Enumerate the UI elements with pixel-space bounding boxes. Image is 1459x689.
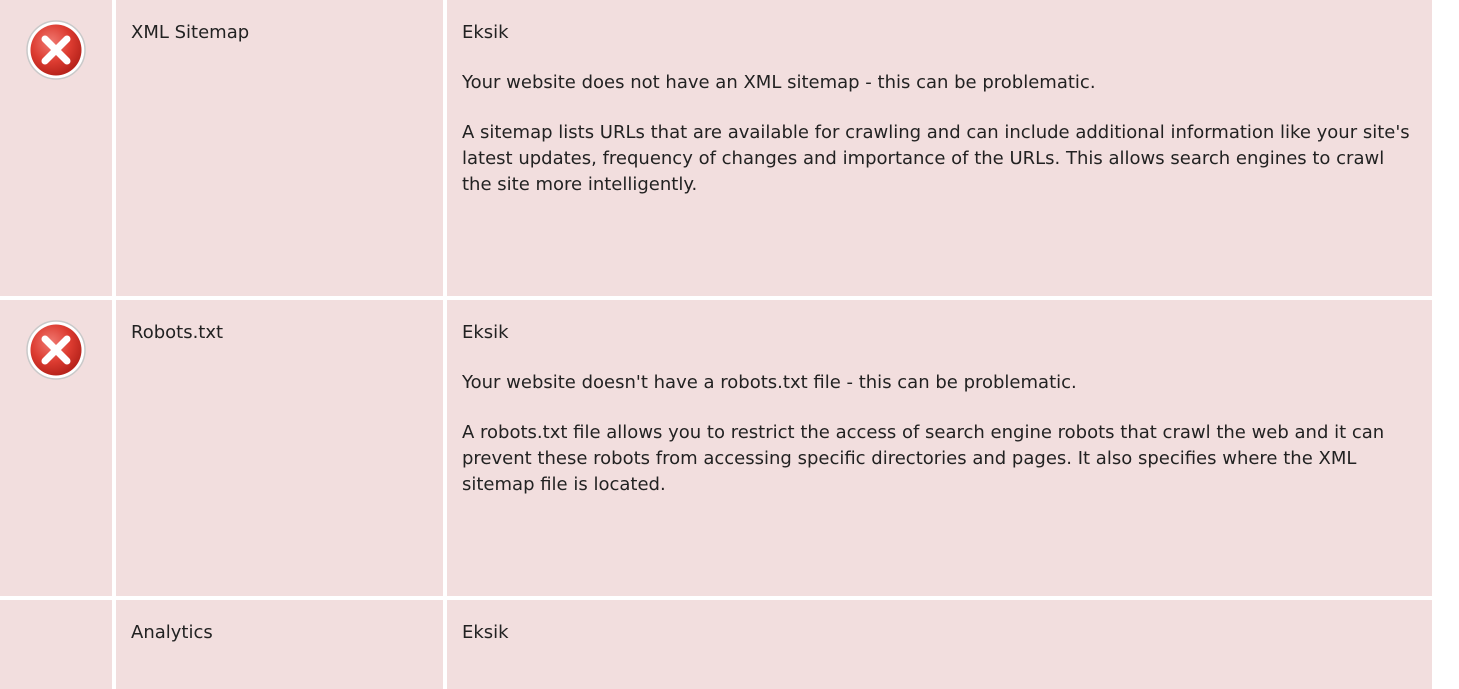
check-value: Eksik: [462, 622, 509, 643]
check-summary: Your website doesn't have a robots.txt f…: [462, 372, 1077, 393]
check-name-cell: Analytics: [116, 600, 443, 689]
check-name: Robots.txt: [131, 322, 224, 343]
check-name: XML Sitemap: [131, 22, 250, 43]
check-detail-cell: Eksik Your website doesn't have a robots…: [447, 300, 1432, 596]
seo-report-table: XML Sitemap Eksik Your website does not …: [0, 0, 1432, 689]
check-value: Eksik: [462, 22, 509, 43]
error-x-icon: [26, 20, 86, 80]
check-name-cell: XML Sitemap: [116, 0, 443, 296]
check-description: A sitemap lists URLs that are available …: [462, 122, 1410, 195]
check-detail-cell: Eksik Your website does not have an XML …: [447, 0, 1432, 296]
check-summary: Your website does not have an XML sitema…: [462, 72, 1096, 93]
status-icon-cell: [0, 300, 112, 596]
check-description: A robots.txt file allows you to restrict…: [462, 422, 1385, 495]
status-icon-cell: [0, 0, 112, 296]
check-name-cell: Robots.txt: [116, 300, 443, 596]
check-detail-cell: Eksik: [447, 600, 1432, 689]
error-x-icon: [26, 320, 86, 380]
check-value: Eksik: [462, 322, 509, 343]
check-name: Analytics: [131, 622, 213, 643]
status-icon-cell: [0, 600, 112, 689]
